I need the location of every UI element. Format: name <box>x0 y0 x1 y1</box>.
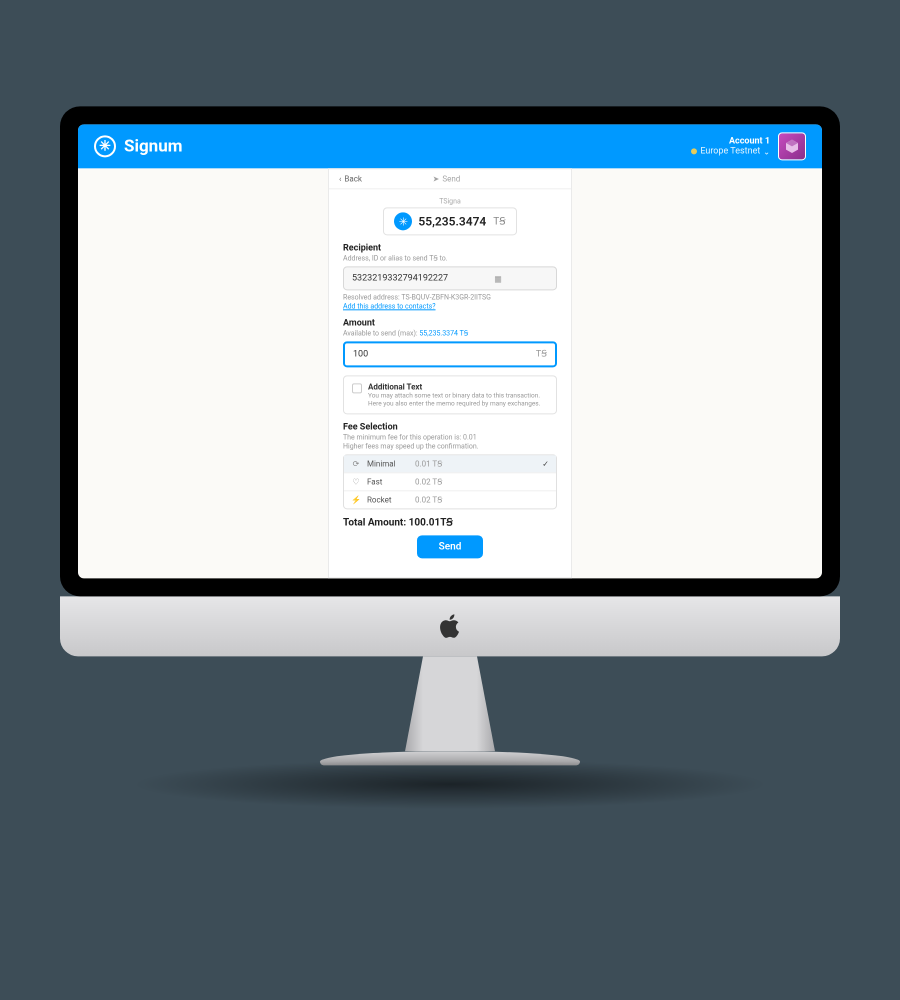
token-label: TSigna <box>343 197 557 205</box>
chevron-down-icon: ⌄ <box>763 147 770 156</box>
apple-logo-icon <box>436 612 464 640</box>
additional-desc: You may attach some text or binary data … <box>368 391 548 407</box>
chevron-left-icon: ‹ <box>339 174 341 183</box>
account-selector[interactable]: Account 1 Europe Testnet ⌄ <box>691 132 806 160</box>
balance-symbol: TꞨ <box>493 216 505 227</box>
monitor-shadow <box>130 759 770 809</box>
amount-suffix: TꞨ <box>536 349 547 359</box>
main-content: ‹ Back ➤ Send TSigna ✳ <box>78 168 822 578</box>
total-amount: Total Amount: 100.01TꞨ <box>343 518 557 529</box>
network-name: Europe Testnet <box>700 146 760 156</box>
fee-hint2: Higher fees may speed up the confirmatio… <box>343 443 557 451</box>
recipient-hint: Address, ID or alias to send TꞨ to. <box>343 254 557 262</box>
qr-icon[interactable]: ▦ <box>494 274 502 283</box>
fee-option-rocket[interactable]: ⚡ Rocket 0.02 TꞨ <box>344 491 556 509</box>
amount-input[interactable]: 100 TꞨ <box>343 341 557 367</box>
send-tab-label: Send <box>442 174 460 183</box>
send-card: ‹ Back ➤ Send TSigna ✳ <box>328 168 572 578</box>
send-button[interactable]: Send <box>417 536 484 559</box>
back-button[interactable]: ‹ Back <box>339 174 362 183</box>
fee-option-fast[interactable]: ♡ Fast 0.02 TꞨ <box>344 473 556 491</box>
add-contact-link[interactable]: Add this address to contacts? <box>343 302 436 310</box>
fee-label: Fee Selection <box>343 423 557 433</box>
fee-options: ⟳ Minimal 0.01 TꞨ ✓ ♡ Fast 0.02 TꞨ <box>343 455 557 510</box>
rocket-icon: ⚡ <box>351 496 361 505</box>
fee-hint1: The minimum fee for this operation is: 0… <box>343 434 557 442</box>
minimal-icon: ⟳ <box>351 460 361 469</box>
token-icon: ✳ <box>394 212 412 230</box>
account-name: Account 1 <box>691 136 770 146</box>
additional-title: Additional Text <box>368 382 548 391</box>
monitor-stand-neck <box>405 656 495 751</box>
imac-mockup: Signum Account 1 Europe Testnet ⌄ <box>60 106 840 809</box>
app-window: Signum Account 1 Europe Testnet ⌄ <box>78 124 822 578</box>
back-label: Back <box>344 174 362 183</box>
max-amount-link[interactable]: 55,235.3374 TꞨ <box>419 329 468 337</box>
brand-logo-icon <box>94 135 116 157</box>
balance-section: TSigna ✳ 55,235.3474 TꞨ <box>343 197 557 235</box>
monitor-bezel: Signum Account 1 Europe Testnet ⌄ <box>60 106 840 596</box>
cube-icon <box>784 138 800 154</box>
resolved-address: Resolved address: TS-BQUV-ZBFN-K3GR-2IIT… <box>343 293 557 301</box>
send-icon: ➤ <box>433 174 440 183</box>
monitor-chin <box>60 596 840 656</box>
account-text: Account 1 Europe Testnet ⌄ <box>691 136 770 156</box>
heart-icon: ♡ <box>351 478 361 487</box>
network-status-icon <box>691 148 697 154</box>
fee-option-minimal[interactable]: ⟳ Minimal 0.01 TꞨ ✓ <box>344 456 556 473</box>
balance-value: 55,235.3474 <box>418 214 486 228</box>
additional-text-box[interactable]: Additional Text You may attach some text… <box>343 375 557 414</box>
recipient-label: Recipient <box>343 243 557 253</box>
network-row: Europe Testnet ⌄ <box>691 146 770 156</box>
additional-checkbox[interactable] <box>352 383 362 393</box>
amount-label: Amount <box>343 318 557 328</box>
recipient-value: 5323219332794192227 <box>352 273 448 283</box>
amount-value: 100 <box>353 349 368 359</box>
balance-box[interactable]: ✳ 55,235.3474 TꞨ <box>383 207 516 235</box>
brand-name: Signum <box>124 136 182 156</box>
brand-block: Signum <box>94 135 182 157</box>
card-body: TSigna ✳ 55,235.3474 TꞨ Recipient Addres… <box>329 189 571 566</box>
send-tab[interactable]: ➤ Send <box>433 174 461 183</box>
recipient-input[interactable]: 5323219332794192227 ▦ <box>343 266 557 290</box>
account-avatar-icon <box>778 132 806 160</box>
card-header: ‹ Back ➤ Send <box>329 169 571 189</box>
app-header: Signum Account 1 Europe Testnet ⌄ <box>78 124 822 168</box>
check-icon: ✓ <box>542 460 549 469</box>
amount-hint: Available to send (max): 55,235.3374 TꞨ <box>343 329 557 337</box>
